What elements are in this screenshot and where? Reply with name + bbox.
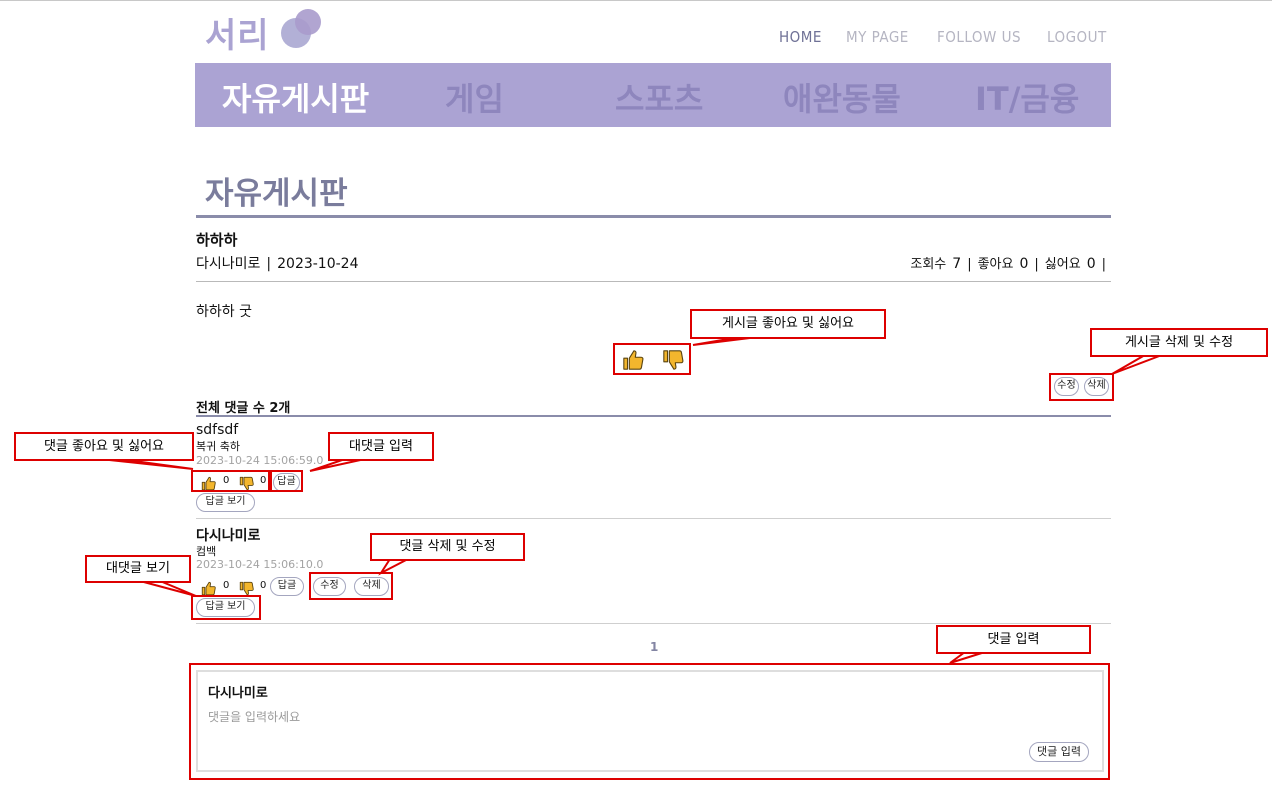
annotation-view-replies: 대댓글 보기 bbox=[85, 555, 191, 583]
thumbs-up-icon bbox=[201, 581, 216, 596]
comment-dislike-count: 0 bbox=[260, 580, 267, 591]
comment-text: 컴백 bbox=[196, 545, 217, 558]
annotation-comment-edit-delete: 댓글 삭제 및 수정 bbox=[370, 533, 525, 561]
comment-count: 전체 댓글 수 2개 bbox=[196, 401, 291, 416]
comment-time: 2023-10-24 15:06:59.0 bbox=[196, 454, 324, 467]
logo-text: 서리 bbox=[205, 16, 270, 56]
nav-logout[interactable]: LOGOUT bbox=[1047, 28, 1107, 46]
nav-my-page[interactable]: MY PAGE bbox=[846, 28, 909, 46]
dislikes-count: 0 bbox=[1086, 256, 1096, 272]
nav-follow-us[interactable]: FOLLOW US bbox=[937, 28, 1021, 46]
logo-circles-icon bbox=[281, 9, 321, 48]
annotation-post-edit-delete: 게시글 삭제 및 수정 bbox=[1090, 328, 1268, 357]
post-author: 다시나미로 bbox=[196, 256, 261, 272]
annotation-box-view-replies bbox=[191, 595, 261, 620]
category-game[interactable]: 게임 bbox=[445, 74, 504, 120]
top-border bbox=[0, 0, 1272, 1]
post-date: 2023-10-24 bbox=[277, 256, 359, 272]
category-it-finance[interactable]: IT/금융 bbox=[975, 74, 1079, 120]
views-label: 조회수 bbox=[910, 257, 947, 272]
comment-time: 2023-10-24 15:06:10.0 bbox=[196, 558, 324, 571]
comment-text: 복귀 축하 bbox=[196, 440, 240, 453]
comment-reply-button[interactable]: 답글 bbox=[270, 577, 304, 596]
divider bbox=[196, 281, 1111, 282]
annotation-box-post-like bbox=[613, 343, 691, 375]
annotation-box-post-edit bbox=[1049, 373, 1114, 401]
category-sports[interactable]: 스포츠 bbox=[615, 74, 703, 120]
likes-label: 좋아요 bbox=[977, 257, 1014, 272]
page-number-current[interactable]: 1 bbox=[650, 640, 658, 654]
divider bbox=[196, 415, 1111, 417]
likes-count: 0 bbox=[1019, 256, 1029, 272]
annotation-post-like-dislike: 게시글 좋아요 및 싫어요 bbox=[690, 309, 886, 339]
annotation-comment-input: 댓글 입력 bbox=[936, 625, 1091, 654]
nav-home[interactable]: HOME bbox=[779, 28, 822, 46]
views-count: 7 bbox=[952, 256, 962, 272]
category-pets[interactable]: 애완동물 bbox=[783, 74, 901, 120]
divider bbox=[196, 215, 1111, 218]
category-free-board[interactable]: 자유게시판 bbox=[222, 74, 369, 120]
annotation-comment-like-dislike: 댓글 좋아요 및 싫어요 bbox=[14, 432, 194, 461]
post-title: 하하하 bbox=[196, 231, 238, 249]
divider bbox=[196, 623, 1111, 624]
post-body: 하하하 굿 bbox=[196, 304, 252, 320]
thumbs-down-icon bbox=[239, 581, 254, 596]
comment-like-count: 0 bbox=[223, 580, 230, 591]
annotation-box-comment-input bbox=[189, 663, 1110, 780]
post-meta: 다시나미로 | 2023-10-24 bbox=[196, 256, 359, 272]
comment-author: 다시나미로 bbox=[196, 528, 261, 544]
annotation-box-comment-edit bbox=[309, 572, 393, 600]
category-nav: 자유게시판 게임 스포츠 애완동물 IT/금융 bbox=[195, 63, 1111, 127]
annotation-box-comment-like bbox=[191, 470, 270, 492]
dislikes-label: 싫어요 bbox=[1044, 257, 1081, 272]
post-stats: 조회수 7 | 좋아요 0 | 싫어요 0 | bbox=[910, 256, 1106, 272]
view-replies-button[interactable]: 답글 보기 bbox=[196, 493, 255, 512]
divider bbox=[196, 518, 1111, 519]
comment-author: sdfsdf bbox=[196, 422, 239, 438]
board-title: 자유게시판 bbox=[205, 176, 348, 212]
annotation-box-reply-input bbox=[270, 470, 303, 492]
annotation-reply-input: 대댓글 입력 bbox=[328, 432, 434, 461]
